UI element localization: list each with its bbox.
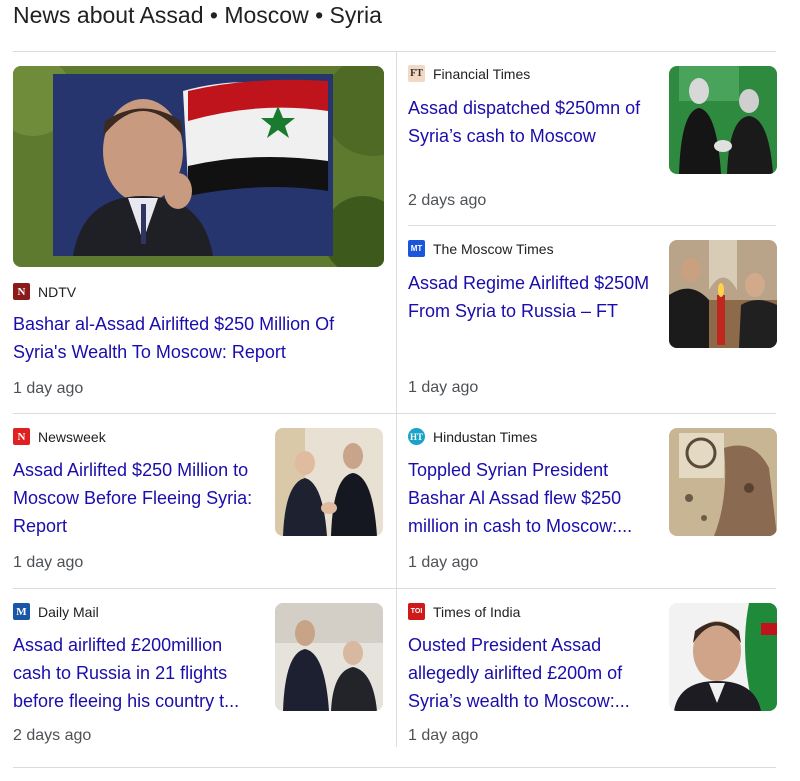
ht-logo-icon: HT	[408, 428, 425, 445]
news-card-financial-times[interactable]: FT Financial Times Assad dispatched $250…	[397, 52, 792, 225]
ft-logo-icon: FT	[408, 65, 425, 82]
newsweek-logo-icon: N	[13, 428, 30, 445]
article-time: 1 day ago	[13, 380, 84, 397]
article-title[interactable]: Assad dispatched $250mn of Syria’s cash …	[408, 94, 648, 150]
source-name: Hindustan Times	[433, 428, 538, 445]
toi-logo-icon: TOI	[408, 603, 425, 620]
article-title[interactable]: Toppled Syrian President Bashar Al Assad…	[408, 456, 653, 540]
article-time: 2 days ago	[408, 192, 487, 209]
news-card-times-of-india[interactable]: TOI Times of India Ousted President Assa…	[397, 589, 792, 767]
source-name: The Moscow Times	[433, 240, 554, 257]
article-time: 1 day ago	[408, 727, 479, 744]
source-name: Times of India	[433, 603, 521, 620]
article-time: 1 day ago	[408, 379, 479, 396]
assad-putin-meeting-image	[275, 603, 383, 711]
article-title[interactable]: Bashar al-Assad Airlifted $250 Million O…	[13, 310, 373, 366]
source-name: NDTV	[38, 283, 77, 300]
assad-portrait-image	[669, 603, 777, 711]
news-card-newsweek[interactable]: N Newsweek Assad Airlifted $250 Million …	[0, 414, 396, 588]
assad-putin-candles-image	[669, 240, 777, 348]
assad-putin-handshake-image	[669, 66, 777, 174]
article-title[interactable]: Assad Regime Airlifted $250M From Syria …	[408, 269, 653, 325]
torn-poster-image	[669, 428, 777, 536]
assad-pointing-billboard-image	[13, 66, 384, 267]
divider	[13, 767, 776, 768]
putin-assad-handshake-image	[275, 428, 383, 536]
news-card-daily-mail[interactable]: M Daily Mail Assad airlifted £200million…	[0, 589, 396, 767]
article-title[interactable]: Ousted President Assad allegedly airlift…	[408, 631, 653, 715]
source-name: Daily Mail	[38, 603, 99, 620]
article-time: 1 day ago	[13, 554, 84, 571]
source-name: Newsweek	[38, 428, 106, 445]
news-card-moscow-times[interactable]: MT The Moscow Times Assad Regime Airlift…	[397, 226, 792, 413]
article-time: 2 days ago	[13, 727, 92, 744]
news-card-ndtv[interactable]: N NDTV Bashar al-Assad Airlifted $250 Mi…	[0, 52, 396, 413]
article-title[interactable]: Assad airlifted £200million cash to Russ…	[13, 631, 258, 715]
article-time: 1 day ago	[408, 554, 479, 571]
ndtv-logo-icon: N	[13, 283, 30, 300]
source-name: Financial Times	[433, 65, 531, 82]
section-heading: News about Assad • Moscow • Syria	[13, 2, 382, 28]
article-title[interactable]: Assad Airlifted $250 Million to Moscow B…	[13, 456, 258, 540]
daily-mail-logo-icon: M	[13, 603, 30, 620]
mt-logo-icon: MT	[408, 240, 425, 257]
news-card-hindustan-times[interactable]: HT Hindustan Times Toppled Syrian Presid…	[397, 414, 792, 588]
